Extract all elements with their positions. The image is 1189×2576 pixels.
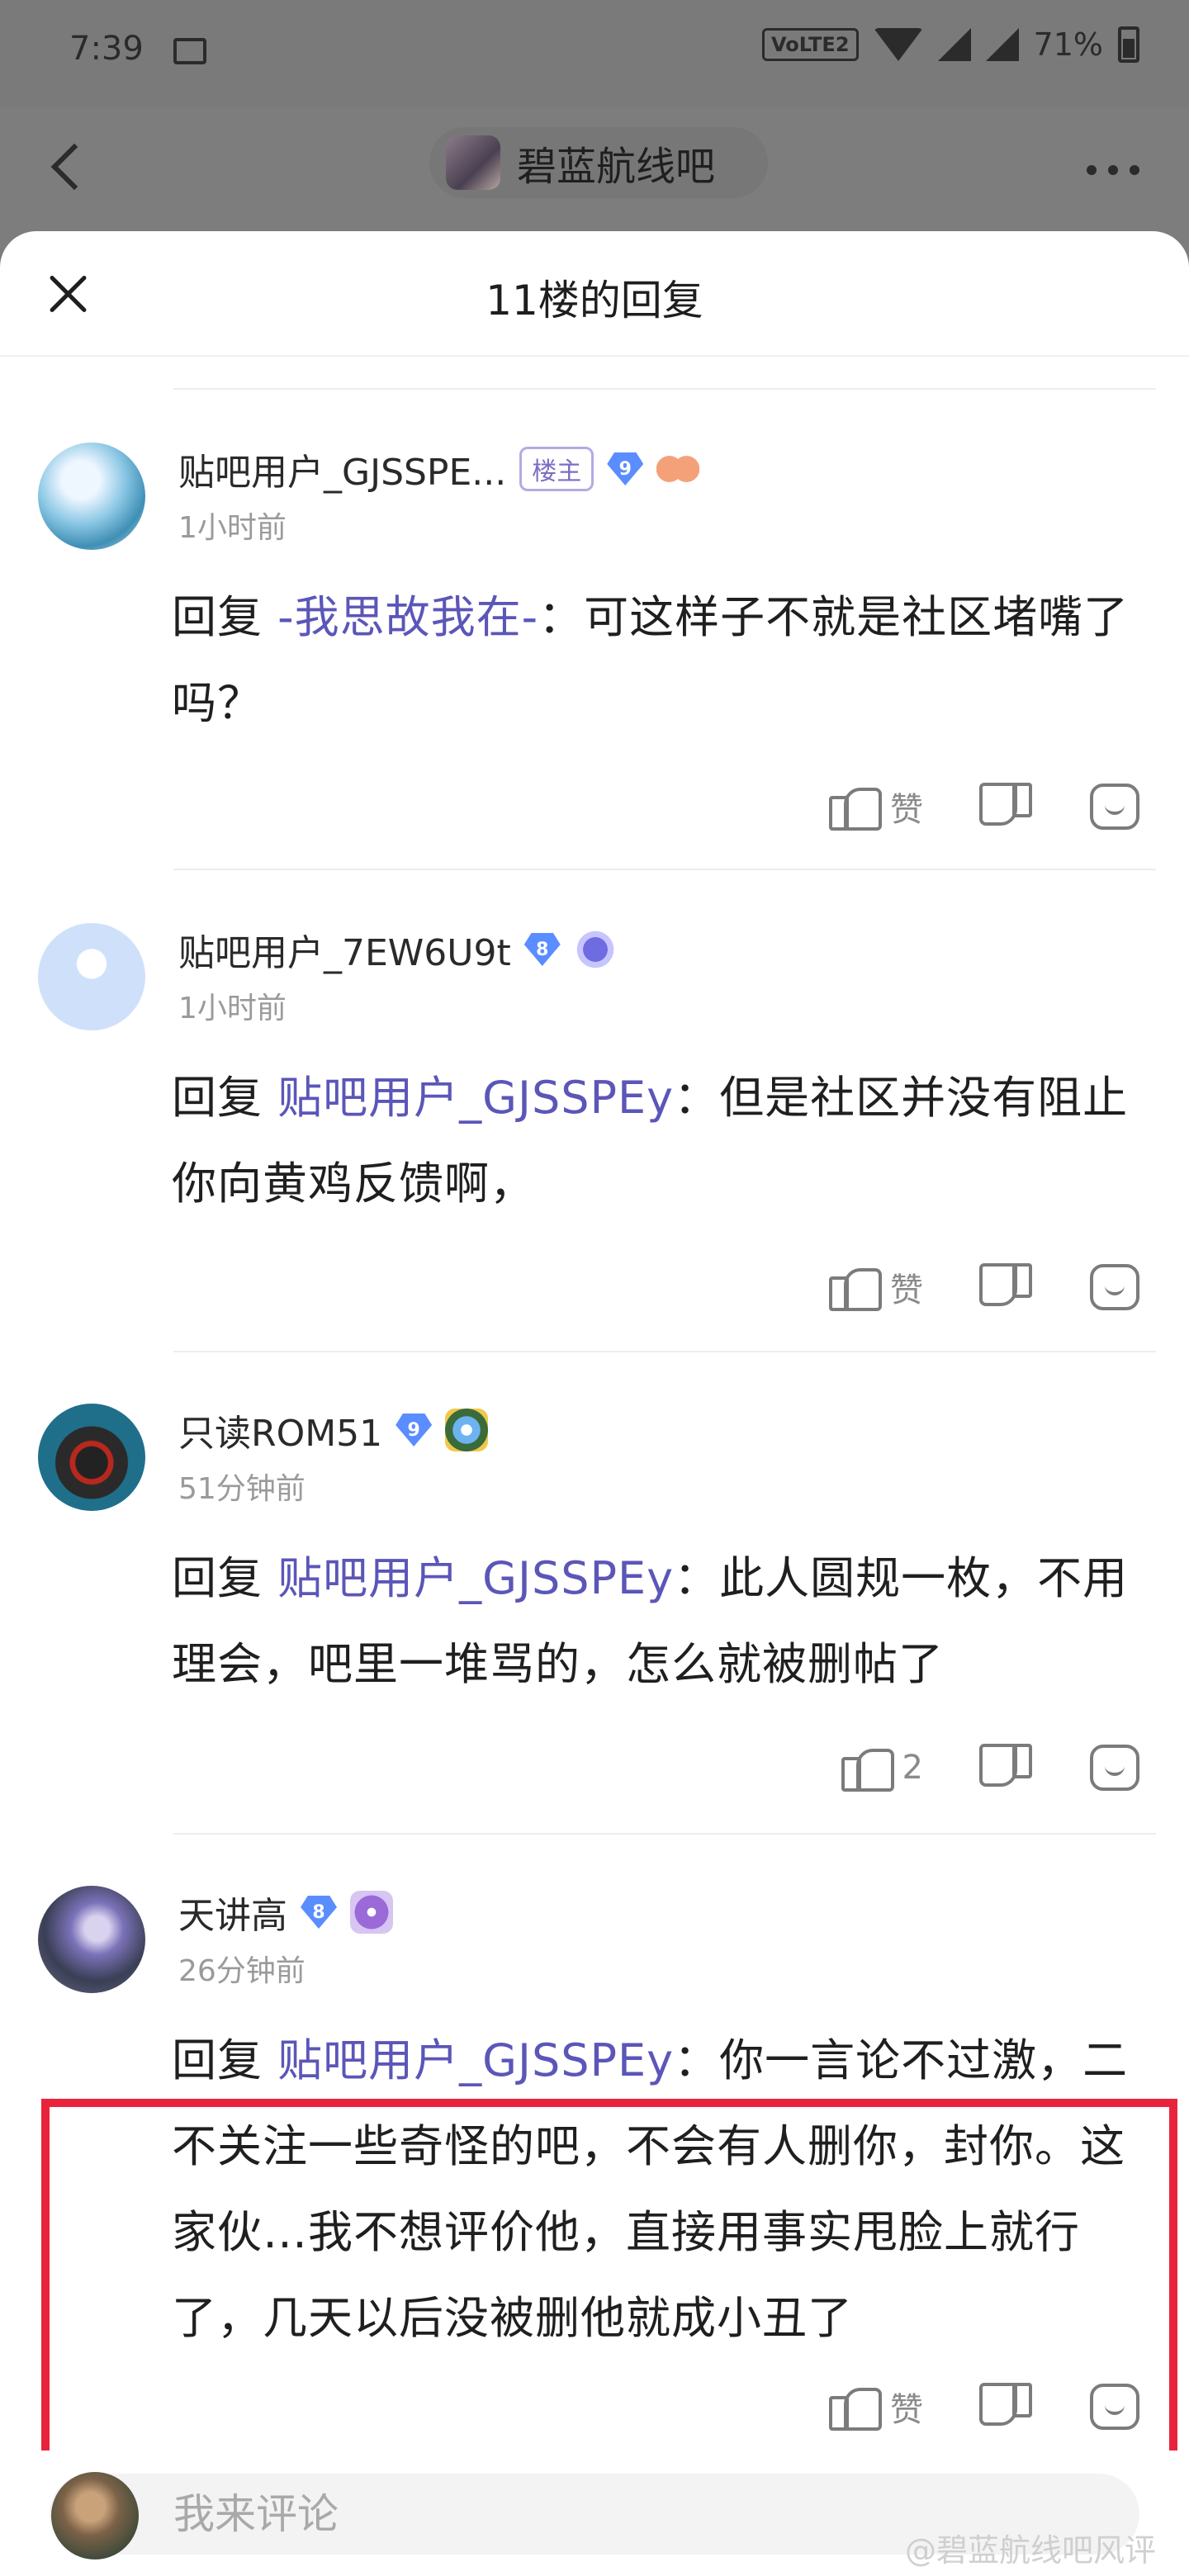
page-header: 碧蓝航线吧 [0, 107, 1189, 231]
comment-bar: @碧蓝航线吧风评 [0, 2451, 1189, 2576]
comment-icon [1090, 1264, 1139, 1310]
reply-content: 回复 贴吧用户_GJSSPEy：但是社区并没有阻止你向黄鸡反馈啊， [172, 1055, 1154, 1227]
thumb-up-icon [841, 1742, 894, 1793]
top-divider [173, 388, 1156, 390]
reply-prefix: 回复 [172, 1552, 263, 1604]
reply-prefix: 回复 [172, 2034, 263, 2086]
divider [173, 869, 1156, 870]
sheet-header: 11楼的回复 [0, 231, 1189, 357]
thumb-down-icon [981, 1742, 1032, 1793]
watermark: @碧蓝航线吧风评 [904, 2532, 1156, 2569]
status-bar: 7:39 VoLTE2 71% [0, 0, 1189, 107]
comment-icon [1090, 1745, 1139, 1791]
avatar[interactable] [38, 1886, 145, 1993]
like-button[interactable]: 2 [841, 1742, 923, 1793]
thumb-up-icon [829, 781, 882, 832]
forum-title-pill[interactable]: 碧蓝航线吧 [429, 127, 768, 198]
username[interactable]: 天讲高 [178, 1886, 287, 1939]
wifi-icon [873, 28, 923, 61]
avatar[interactable] [38, 443, 145, 550]
status-indicators: VoLTE2 71% [761, 26, 1139, 63]
reply-prefix: 回复 [172, 591, 263, 643]
like-label: 赞 [890, 791, 923, 829]
like-label: 赞 [890, 1271, 923, 1309]
image-notification-icon [173, 38, 206, 64]
level-icon: 9 [396, 1413, 433, 1447]
more-options-icon[interactable] [1087, 165, 1139, 175]
purple-badge-icon [350, 1891, 393, 1934]
reply-item: 贴吧用户_7EW6U9t 8 1小时前 回复 贴吧用户_GJSSPEy：但是社区… [0, 923, 1189, 1385]
rank-badge-icon [573, 928, 617, 971]
forum-name: 碧蓝航线吧 [517, 144, 716, 190]
forum-avatar [446, 135, 500, 190]
like-button[interactable]: 赞 [829, 1262, 923, 1313]
battery-percent: 71% [1033, 26, 1103, 63]
reply-time: 51分钟前 [178, 1472, 306, 1506]
level-icon: 8 [301, 1896, 337, 1929]
user-line: 天讲高 8 [178, 1887, 393, 1937]
username[interactable]: 贴吧用户_7EW6U9t [178, 923, 511, 976]
mention-link[interactable]: 贴吧用户_GJSSPEy [277, 1072, 674, 1124]
reply-time: 1小时前 [178, 992, 287, 1025]
reply-prefix: 回复 [172, 1072, 263, 1124]
reply-content: 回复 -我思故我在-：可这样子不就是社区堵嘴了吗？ [172, 575, 1154, 746]
battery-icon [1118, 26, 1139, 63]
star-badge-icon [445, 1409, 489, 1451]
user-line: 贴吧用户_GJSSPE... 楼主 9 [178, 443, 700, 495]
level-icon: 9 [607, 452, 644, 485]
replies-sheet: 11楼的回复 贴吧用户_GJSSPE... 楼主 9 1小时前 回复 -我思故我… [0, 231, 1189, 2576]
avatar[interactable] [38, 1404, 145, 1511]
current-user-avatar[interactable] [51, 2472, 139, 2559]
avatar[interactable] [38, 923, 145, 1030]
comment-button[interactable] [1090, 1264, 1139, 1310]
sheet-title: 11楼的回复 [486, 277, 703, 324]
volte-icon: VoLTE2 [761, 28, 859, 61]
dislike-button[interactable] [981, 1742, 1032, 1793]
user-line: 贴吧用户_7EW6U9t 8 [178, 925, 617, 974]
mention-link[interactable]: -我思故我在- [277, 591, 538, 643]
user-line: 只读ROM51 9 [178, 1404, 489, 1456]
thumb-down-icon [981, 781, 1032, 832]
like-count: 2 [902, 1749, 923, 1787]
level-icon: 8 [523, 933, 561, 966]
lungs-badge-icon [656, 447, 700, 490]
reply-time: 26分钟前 [178, 1954, 306, 1988]
reply-actions: 赞 [771, 1262, 1139, 1313]
comment-icon [1090, 784, 1139, 830]
username[interactable]: 贴吧用户_GJSSPE... [178, 443, 506, 495]
reply-actions: 2 [784, 1742, 1139, 1793]
username[interactable]: 只读ROM51 [178, 1404, 382, 1456]
thumb-up-icon [829, 1262, 882, 1313]
back-arrow-icon[interactable] [50, 143, 98, 191]
thumb-down-icon [981, 1262, 1032, 1313]
signal-icon [937, 28, 971, 61]
reply-actions: 赞 [771, 781, 1139, 832]
reply-time: 1小时前 [178, 511, 287, 545]
dislike-button[interactable] [981, 1262, 1032, 1313]
comment-button[interactable] [1090, 1745, 1139, 1791]
reply-item: 只读ROM51 9 51分钟前 回复 贴吧用户_GJSSPEy：此人圆规一枚，不… [0, 1404, 1189, 1866]
status-time: 7:39 [69, 30, 144, 68]
like-button[interactable]: 赞 [829, 781, 923, 832]
mention-link[interactable]: 贴吧用户_GJSSPEy [277, 2034, 674, 2086]
divider [173, 1351, 1156, 1352]
divider [173, 1833, 1156, 1835]
reply-content: 回复 贴吧用户_GJSSPEy：此人圆规一枚，不用理会，吧里一堆骂的，怎么就被删… [172, 1536, 1154, 1707]
comment-button[interactable] [1090, 784, 1139, 830]
reply-item: 贴吧用户_GJSSPE... 楼主 9 1小时前 回复 -我思故我在-：可这样子… [0, 443, 1189, 905]
signal-icon-2 [985, 28, 1019, 61]
dislike-button[interactable] [981, 781, 1032, 832]
owner-badge: 楼主 [519, 447, 594, 491]
mention-link[interactable]: 贴吧用户_GJSSPEy [277, 1552, 674, 1604]
